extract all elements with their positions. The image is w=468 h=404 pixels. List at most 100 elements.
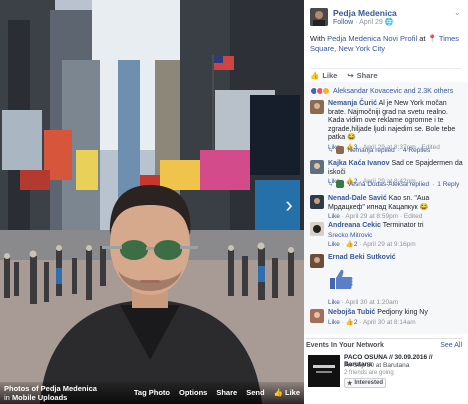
- comment-footer: Like · April 29 at 8:59pm · Edited: [328, 213, 423, 220]
- album-label[interactable]: Photos of Pedja Medenica: [4, 384, 97, 393]
- star-icon: ★: [346, 380, 353, 387]
- reactions-summary[interactable]: Aleksandar Kovacevic and 2.3K others: [310, 86, 462, 96]
- album-from-prefix: in: [4, 393, 10, 402]
- thumbs-up-icon: 👍: [310, 71, 320, 80]
- post-like-button[interactable]: 👍 Like: [310, 71, 337, 80]
- album-link[interactable]: Mobile Uploads: [12, 393, 67, 402]
- reply-count: 1 Reply: [437, 180, 460, 188]
- comment-like-link[interactable]: Like: [328, 241, 340, 248]
- author-name[interactable]: Pedja Medenica: [333, 8, 397, 18]
- reply-separator: ·: [397, 146, 400, 154]
- commenter-avatar[interactable]: [310, 222, 324, 236]
- commenter-avatar[interactable]: [310, 254, 324, 268]
- comment-like-link[interactable]: Like: [328, 299, 340, 306]
- meta-separator: ·: [355, 19, 358, 26]
- reply-count: 4 Replies: [402, 146, 431, 154]
- see-all-link[interactable]: See All: [440, 342, 462, 349]
- commenter-avatar[interactable]: [310, 195, 324, 209]
- event-date: Fri Sep 30 at Barutana: [344, 362, 410, 369]
- reply-arrow-icon: ↳: [328, 181, 334, 188]
- thumbs-up-icon: 👍: [273, 388, 283, 397]
- comment-like-count[interactable]: 2: [354, 241, 358, 248]
- comment-author[interactable]: Nenad-Dale Savić: [328, 195, 387, 202]
- reply-author: Vesna Dudas-Aleksa replied: [347, 180, 430, 188]
- comment-author[interactable]: Nebojša Tubić: [328, 309, 375, 316]
- location-pin-icon: 📍: [427, 34, 437, 43]
- tag-photo-button[interactable]: Tag Photo: [134, 388, 170, 397]
- photo-bottom-bar: Photos of Pedja Medenica in Mobile Uploa…: [0, 382, 304, 404]
- event-image[interactable]: [308, 355, 340, 387]
- events-title: Events In Your Network: [306, 342, 384, 349]
- comment-time[interactable]: April 29 at 8:59pm · Edited: [345, 213, 422, 220]
- commenter-avatar[interactable]: [310, 100, 324, 114]
- comment: Nenad-Dale Savić Kao sn. "Aua Mрдацкеф" …: [310, 195, 464, 222]
- caption-prefix: With: [310, 34, 325, 43]
- like-photo-button[interactable]: 👍 Like: [274, 388, 300, 397]
- globe-icon: 🌐: [384, 19, 394, 26]
- post-share-button[interactable]: ↪ Share: [347, 71, 377, 80]
- interested-button[interactable]: ★ Interested: [344, 378, 386, 388]
- caption-at: at: [419, 34, 426, 43]
- photo-actions: Tag Photo Options Share Send 👍 Like: [134, 388, 300, 397]
- event-going: 2 friends are going: [344, 370, 394, 376]
- events-section: Events In Your Network See All PACO OSUN…: [306, 338, 462, 388]
- like-count-icon: 👍: [345, 318, 354, 326]
- post-actions: 👍 Like ↪ Share: [310, 68, 462, 80]
- comment-time[interactable]: April 30 at 8:14am: [363, 319, 416, 326]
- commenter-avatar[interactable]: [310, 309, 324, 323]
- comment-footer: Like · 👍2 · April 29 at 9:16pm: [328, 241, 416, 248]
- replier-avatar: [336, 180, 345, 188]
- comment-time[interactable]: April 29 at 9:16pm: [363, 241, 416, 248]
- photo-viewer[interactable]: ‹ › Photos of Pedja Medenica in Mobile U…: [0, 0, 304, 404]
- post-date[interactable]: April 29: [359, 19, 383, 26]
- like-count-icon: 👍: [345, 241, 354, 248]
- comment-like-link[interactable]: Like: [328, 319, 340, 326]
- reply-arrow-icon: ↳: [328, 147, 334, 154]
- tagged-person-link[interactable]: Pedja Medenica Novi Profil: [327, 34, 417, 43]
- post-caption: With Pedja Medenica Novi Profil at 📍 Tim…: [310, 34, 462, 54]
- comment: Andreana Cekic Terminator tri Srecko Mit…: [310, 222, 464, 250]
- send-button[interactable]: Send: [246, 388, 264, 397]
- comment-footer-row: Like · April 30 at 1:20am: [310, 298, 464, 308]
- comment-footer: Like · April 30 at 1:20am: [328, 299, 399, 306]
- comment-author[interactable]: Andreana Cekic: [328, 222, 381, 229]
- comment-footer: Like · 👍2 · April 30 at 8:14am: [328, 318, 416, 326]
- next-photo-arrow[interactable]: ›: [280, 192, 298, 218]
- share-arrow-icon: ↪: [347, 71, 354, 80]
- author-avatar[interactable]: [310, 8, 328, 26]
- haha-reaction-icon: [322, 87, 330, 95]
- commenter-avatar[interactable]: [310, 160, 324, 174]
- album-from: in Mobile Uploads: [4, 393, 97, 402]
- comment: Nemanja Čurić Al je New York močan brate…: [310, 100, 464, 152]
- post-share-label: Share: [356, 71, 378, 80]
- reactions-text[interactable]: Aleksandar Kovacevic and 2.3K others: [333, 88, 453, 95]
- interested-label: Interested: [354, 380, 384, 386]
- replies-row[interactable]: ↳ Nemanja replied · 4 Replies: [328, 146, 464, 154]
- reply-separator: ·: [432, 180, 435, 188]
- comment-author[interactable]: Ernad Beki Sutković: [328, 254, 396, 261]
- comment-text: Pedjony king Ny: [377, 309, 428, 316]
- replies-row[interactable]: ↳ Vesna Dudas-Aleksa replied · 1 Reply: [328, 180, 464, 188]
- comment-author[interactable]: Nemanja Čurić: [328, 100, 377, 107]
- like-photo-label: Like: [284, 388, 300, 397]
- comment-author[interactable]: Kajka Kaća Ivanov: [328, 160, 389, 167]
- options-button[interactable]: Options: [179, 388, 207, 397]
- album-info: Photos of Pedja Medenica in Mobile Uploa…: [4, 384, 97, 402]
- post-header: Pedja Medenica Follow · April 29 🌐 ⌄ Wit…: [304, 0, 468, 60]
- reply-author: Nemanja replied: [347, 146, 395, 154]
- comment: Ernad Beki Sutković: [310, 254, 464, 268]
- comment-time[interactable]: April 30 at 1:20am: [345, 299, 398, 306]
- chevron-down-icon[interactable]: ⌄: [454, 8, 462, 17]
- follow-link[interactable]: Follow: [333, 19, 353, 26]
- comment-text: Terminator tri: [382, 222, 424, 229]
- comment-like-link[interactable]: Like: [328, 213, 340, 220]
- comment-liker-link[interactable]: Srecko Mitrovic: [328, 232, 372, 239]
- comment: Nebojša Tubić Pedjony king Ny Like · 👍2 …: [310, 309, 464, 327]
- times-square-photo: [0, 0, 304, 404]
- share-button[interactable]: Share: [216, 388, 237, 397]
- comment-like-count[interactable]: 2: [354, 319, 358, 326]
- replier-avatar: [336, 146, 345, 154]
- thumbs-up-sticker-icon: [328, 268, 354, 290]
- post-like-label: Like: [322, 71, 338, 80]
- comment-footer: Srecko Mitrovic: [328, 232, 464, 241]
